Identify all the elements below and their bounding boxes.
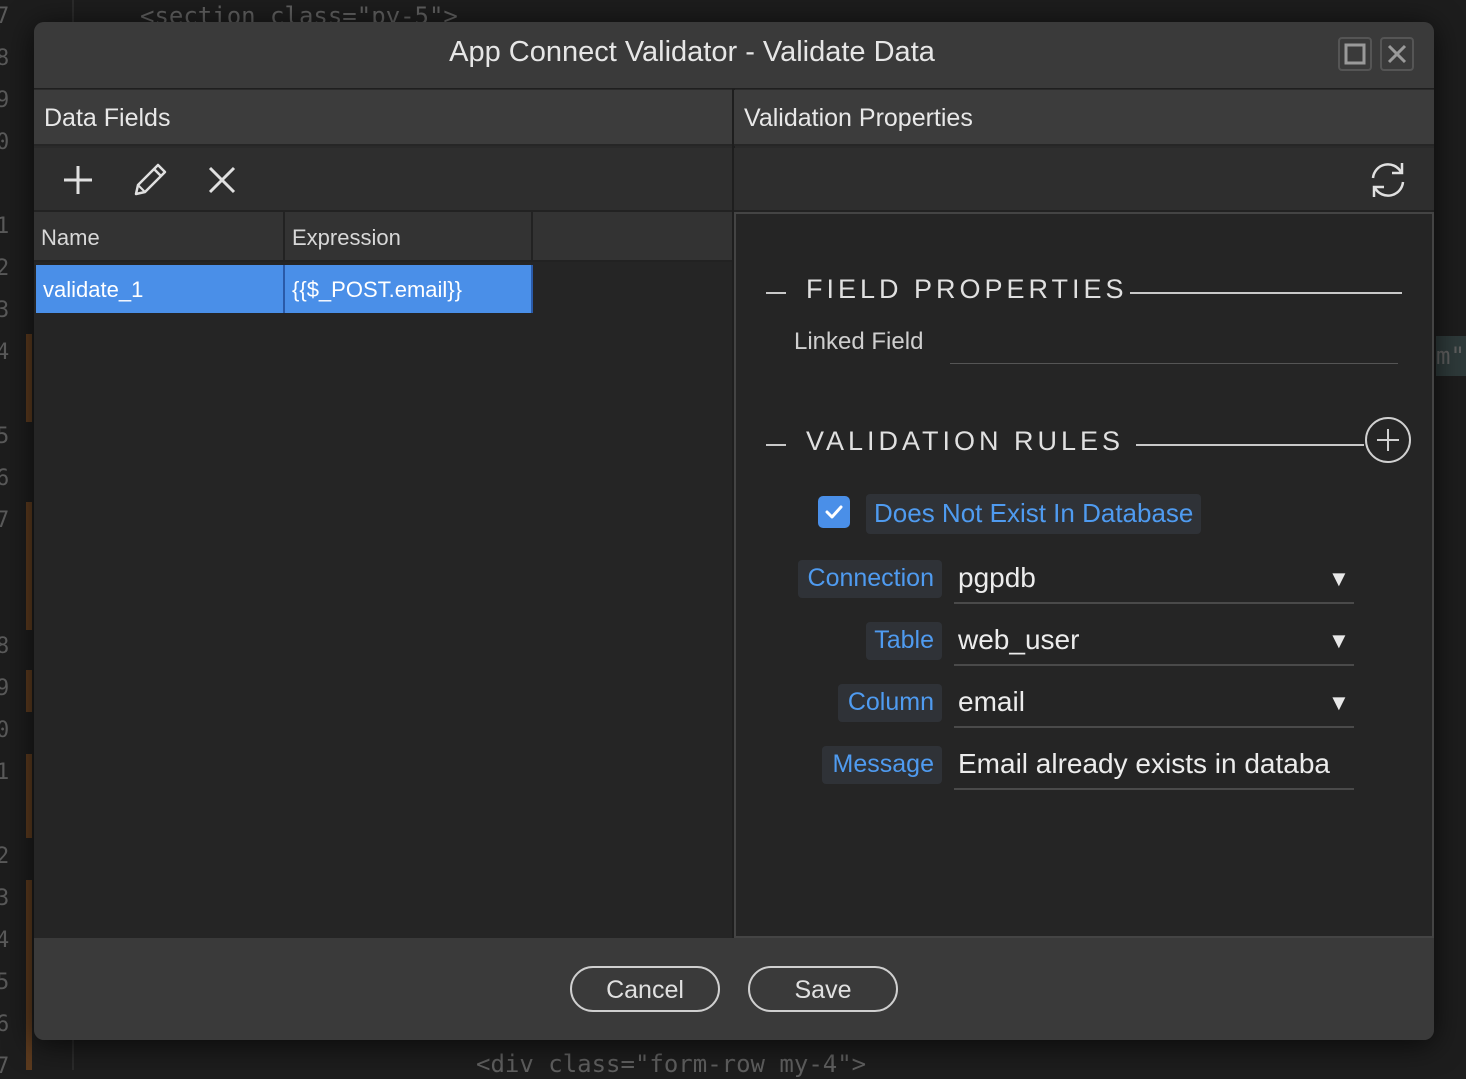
dialog-titlebar: App Connect Validator - Validate Data [34, 22, 1434, 89]
column-header-empty [533, 212, 732, 262]
refresh-icon [1371, 163, 1405, 197]
data-fields-toolbar [34, 148, 732, 212]
line-number: 4 [0, 340, 10, 365]
line-number: 8 [0, 634, 10, 659]
line-number: 2 [0, 256, 10, 281]
line-number: 6 [0, 466, 10, 491]
dialog-title: App Connect Validator - Validate Data [449, 36, 935, 68]
column-underline [954, 726, 1354, 728]
maximize-button[interactable] [1338, 37, 1372, 71]
rule-checkbox[interactable] [818, 496, 850, 528]
row-name-cell[interactable]: validate_1 [36, 265, 285, 313]
edit-pencil-icon [134, 163, 167, 196]
line-number: 4 [0, 928, 10, 953]
field-properties-title: FIELD PROPERTIES [806, 274, 1128, 304]
section-dash [766, 292, 786, 294]
connection-label: Connection [798, 560, 942, 598]
connection-underline [954, 602, 1354, 604]
check-icon [825, 505, 843, 519]
delete-field-button[interactable] [200, 158, 244, 202]
rule-does-not-exist-label[interactable]: Does Not Exist In Database [866, 494, 1202, 534]
line-number: 2 [0, 844, 10, 869]
validate-data-dialog: App Connect Validator - Validate Data Da… [34, 22, 1434, 1040]
line-number: 8 [0, 46, 10, 71]
line-number: 3 [0, 298, 10, 323]
gutter-marker [26, 334, 32, 422]
table-underline [954, 664, 1354, 666]
line-number: 5 [0, 970, 10, 995]
line-number: 0 [0, 130, 10, 155]
data-fields-header: Data Fields [34, 90, 732, 146]
cancel-button[interactable]: Cancel [570, 966, 720, 1012]
line-number: 5 [0, 424, 10, 449]
line-number: 7 [0, 4, 10, 29]
message-label: Message [822, 746, 942, 784]
line-number: 1 [0, 214, 10, 239]
code-line: <div class="form-row my-4"> [476, 1050, 867, 1078]
line-number: 6 [0, 1012, 10, 1037]
line-number: 1 [0, 760, 10, 785]
line-number: 7 [0, 1054, 10, 1079]
section-line [1136, 444, 1364, 446]
edit-field-button[interactable] [128, 158, 172, 202]
table-label: Table [866, 622, 942, 660]
gutter-marker [26, 754, 32, 838]
close-icon [1387, 44, 1407, 64]
add-rule-button[interactable] [1364, 416, 1412, 464]
add-icon [64, 166, 92, 194]
column-header-expression[interactable]: Expression [285, 212, 533, 262]
gutter-marker [26, 670, 32, 712]
line-number: 9 [0, 676, 10, 701]
close-button[interactable] [1380, 37, 1414, 71]
line-number: 7 [0, 508, 10, 533]
dropdown-caret-icon[interactable]: ▼ [1328, 566, 1350, 592]
add-circle-icon [1365, 417, 1411, 463]
gutter-marker [26, 502, 32, 630]
linked-field-input[interactable] [950, 322, 1398, 362]
save-button[interactable]: Save [748, 966, 898, 1012]
data-fields-table: Name Expression validate_1 {{$_POST.emai… [34, 212, 732, 938]
connection-select[interactable]: pgpdb [958, 562, 1318, 594]
validation-properties-toolbar [734, 148, 1434, 212]
line-number: 3 [0, 886, 10, 911]
line-number: 0 [0, 718, 10, 743]
refresh-button[interactable] [1366, 158, 1410, 202]
validation-properties-header: Validation Properties [734, 90, 1434, 146]
linked-field-underline [950, 363, 1398, 364]
code-fragment: m" [1436, 336, 1466, 376]
message-input[interactable]: Email already exists in databa [958, 748, 1350, 780]
validation-properties-panel: FIELD PROPERTIES Linked Field VALIDATION… [734, 212, 1434, 938]
section-dash [766, 444, 786, 446]
dialog-footer: Cancel Save [34, 938, 1434, 1040]
table-select[interactable]: web_user [958, 624, 1318, 656]
delete-x-icon [208, 166, 236, 194]
message-underline [954, 788, 1354, 790]
linked-field-label: Linked Field [794, 328, 924, 355]
row-expression-cell[interactable]: {{$_POST.email}} [285, 265, 533, 313]
dropdown-caret-icon[interactable]: ▼ [1328, 628, 1350, 654]
column-select[interactable]: email [958, 686, 1318, 718]
column-header-name[interactable]: Name [34, 212, 285, 262]
column-label: Column [838, 684, 942, 722]
section-line [1130, 292, 1402, 294]
gutter-marker [26, 880, 32, 1070]
dropdown-caret-icon[interactable]: ▼ [1328, 690, 1350, 716]
validation-rules-title: VALIDATION RULES [806, 426, 1125, 456]
add-field-button[interactable] [56, 158, 100, 202]
maximize-icon [1344, 43, 1366, 65]
line-number: 9 [0, 88, 10, 113]
